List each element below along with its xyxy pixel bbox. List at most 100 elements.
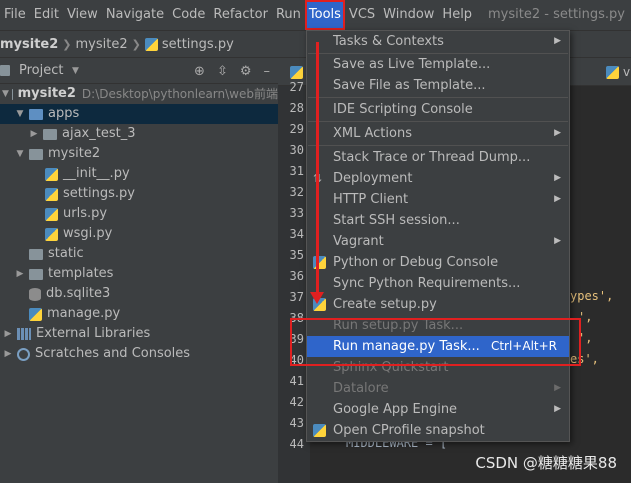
folder-icon [29,148,43,160]
menu-item-save-live-template[interactable]: Save as Live Template... [307,54,569,75]
menu-item-deployment[interactable]: ⇅ Deployment ▶ [307,168,569,189]
tree-item-manage-py[interactable]: manage.py [0,304,278,324]
breadcrumb-file-label: settings.py [161,36,234,52]
menu-view[interactable]: View [63,0,102,30]
breadcrumb-item-project[interactable]: mysite2 [0,37,58,52]
tree-item-project-root[interactable]: ▼ mysite2 D:\Desktop\pythonlearn\web前端 [0,84,278,104]
code-fragment: ypes', [570,289,614,303]
tree-item-mysite2-package[interactable]: ▼ mysite2 [0,144,278,164]
python-file-icon [290,65,303,79]
tree-item-label: db.sqlite3 [46,286,111,301]
submenu-arrow-icon: ▶ [554,173,561,183]
tree-item-external-libraries[interactable]: ▶ External Libraries [0,324,278,344]
menu-item-xml-actions[interactable]: XML Actions ▶ [307,123,569,144]
project-panel-header: Project ▼ ⊕ ⇳ ⚙ – [0,58,278,84]
tree-item-label: mysite2 [17,86,76,101]
menu-item-stack-trace[interactable]: Stack Trace or Thread Dump... [307,147,569,168]
tree-item-label: ajax_test_3 [62,126,136,141]
menu-item-python-console[interactable]: Python or Debug Console [307,252,569,273]
menu-item-save-file-template[interactable]: Save File as Template... [307,75,569,96]
chevron-down-icon[interactable]: ▼ [14,144,26,164]
tree-item-label: manage.py [47,306,121,321]
menu-item-datalore[interactable]: Datalore ▶ [307,378,569,399]
menu-run[interactable]: Run [272,0,305,30]
line-number: 34 [289,227,304,241]
line-number: 37 [289,290,304,304]
menu-item-ide-scripting-console[interactable]: IDE Scripting Console [307,99,569,120]
python-icon [313,256,326,269]
submenu-arrow-icon: ▶ [554,383,561,393]
menu-item-http-client[interactable]: HTTP Client ▶ [307,189,569,210]
tree-item-db-sqlite3[interactable]: db.sqlite3 [0,284,278,304]
menu-item-label: HTTP Client [333,192,409,207]
tab-views[interactable]: vi [600,58,631,86]
tree-item-apps[interactable]: ▼ apps [0,104,278,124]
line-number: 44 [289,437,304,451]
breadcrumb-item-file[interactable]: settings.py [144,36,234,52]
annotation-arrow-shaft [316,42,319,294]
chevron-down-icon[interactable]: ▼ [69,66,81,76]
tools-menu-dropdown: Tasks & Contexts ▶ Save as Live Template… [306,30,570,442]
chevron-right-icon[interactable]: ▶ [14,264,26,284]
menu-item-label: Datalore [333,381,389,396]
line-number: 43 [289,416,304,430]
menu-navigate[interactable]: Navigate [102,0,168,30]
tree-item-settings-py[interactable]: settings.py [0,184,278,204]
annotation-arrow-head-icon [310,292,324,304]
tree-item-ajax-test-3[interactable]: ▶ ajax_test_3 [0,124,278,144]
tree-item-wsgi-py[interactable]: wsgi.py [0,224,278,244]
menu-item-label: Open CProfile snapshot [333,423,485,438]
menu-code[interactable]: Code [168,0,209,30]
menu-item-label: Google App Engine [333,402,458,417]
breadcrumb-item-package[interactable]: mysite2 [76,37,128,52]
gear-icon[interactable]: ⚙ [240,64,252,79]
menu-item-vagrant[interactable]: Vagrant ▶ [307,231,569,252]
menu-item-create-setup-py[interactable]: Create setup.py [307,294,569,315]
python-file-icon [606,65,619,79]
menu-vcs[interactable]: VCS [345,0,379,30]
menu-file[interactable]: File [0,0,30,30]
menu-item-label: XML Actions [333,126,412,141]
folder-icon [29,108,43,120]
menu-help[interactable]: Help [438,0,476,30]
menu-item-label: Sync Python Requirements... [333,276,521,291]
folder-icon [43,128,57,140]
menu-item-label: Save File as Template... [333,78,486,93]
menu-item-open-cprofile[interactable]: Open CProfile snapshot [307,420,569,441]
menu-window[interactable]: Window [379,0,438,30]
tree-item-label: __init__.py [63,166,130,181]
chevron-right-icon[interactable]: ▶ [2,324,14,344]
tree-item-templates[interactable]: ▶ templates [0,264,278,284]
project-panel-title[interactable]: Project [19,63,63,78]
chevron-down-icon[interactable]: ▼ [14,104,26,124]
tree-item-label: wsgi.py [63,226,113,241]
menu-item-google-app-engine[interactable]: Google App Engine ▶ [307,399,569,420]
python-file-icon [29,307,42,321]
collapse-all-icon[interactable]: ⇳ [217,64,228,79]
chevron-down-icon[interactable]: ▼ [2,84,9,104]
tree-item-init-py[interactable]: __init__.py [0,164,278,184]
tree-item-label: static [48,246,84,261]
menu-item-start-ssh[interactable]: Start SSH session... [307,210,569,231]
tree-item-urls-py[interactable]: urls.py [0,204,278,224]
tree-item-label: templates [48,266,114,281]
tree-item-label: External Libraries [36,326,151,341]
menu-item-label: Save as Live Template... [333,57,491,72]
tree-item-label: apps [48,106,80,121]
chevron-right-icon[interactable]: ▶ [28,124,40,144]
project-panel-tools: ⊕ ⇳ ⚙ – [194,58,270,84]
watermark: CSDN @糖糖糖果88 [475,454,617,472]
menu-tools[interactable]: Tools [304,0,345,30]
tree-item-static[interactable]: static [0,244,278,264]
tree-item-scratches[interactable]: ▶ Scratches and Consoles [0,344,278,364]
menu-edit[interactable]: Edit [30,0,63,30]
locate-icon[interactable]: ⊕ [194,64,205,79]
menu-refactor[interactable]: Refactor [209,0,272,30]
hide-panel-icon[interactable]: – [264,64,271,79]
menu-item-tasks-contexts[interactable]: Tasks & Contexts ▶ [307,31,569,52]
python-file-icon [45,167,58,181]
menu-item-sync-requirements[interactable]: Sync Python Requirements... [307,273,569,294]
menu-bar: File Edit View Navigate Code Refactor Ru… [0,0,631,30]
chevron-right-icon[interactable]: ▶ [2,344,14,364]
window-title: mysite2 - settings.py [488,7,625,22]
